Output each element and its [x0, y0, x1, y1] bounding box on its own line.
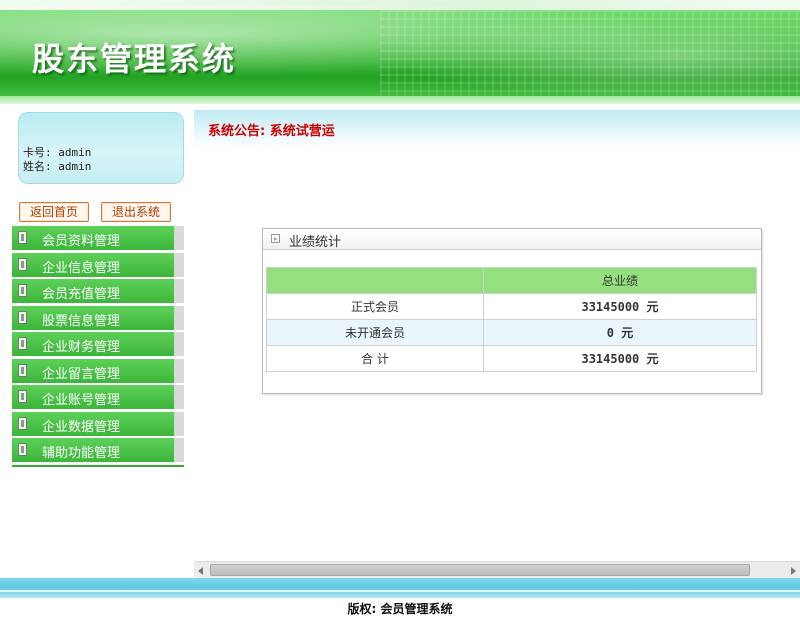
table-header-row: 总业绩 — [266, 267, 757, 294]
sidebar-item-label: 企业财务管理 — [42, 340, 121, 355]
row-value: 33145000 元 — [483, 345, 757, 372]
footer-band-line — [0, 590, 800, 592]
performance-table: 总业绩 正式会员 33145000 元 未开通会员 0 元 合 计 331450… — [266, 267, 757, 372]
book-icon — [18, 443, 27, 456]
sidebar-item-auxiliary-functions[interactable]: 辅助功能管理 — [12, 438, 184, 462]
return-home-button[interactable]: 返回首页 — [19, 202, 89, 222]
sidebar-item-label: 企业账号管理 — [42, 393, 121, 408]
panel-header: 业绩统计 — [263, 229, 761, 250]
sidebar-item-company-info[interactable]: 企业信息管理 — [12, 252, 184, 277]
sidebar-item-member-recharge[interactable]: 会员充值管理 — [12, 279, 184, 303]
sidebar-item-member-profile[interactable]: 会员资料管理 — [12, 226, 184, 250]
book-icon — [18, 284, 27, 297]
panel-title: 业绩统计 — [289, 235, 342, 250]
sidebar-item-label: 企业留言管理 — [42, 366, 121, 382]
row-value: 0 元 — [483, 319, 757, 346]
row-label: 合 计 — [266, 345, 484, 372]
user-info-box: 卡号: admin 姓名: admin — [18, 112, 184, 184]
row-label: 正式会员 — [266, 293, 484, 320]
sidebar-item-label: 企业数据管理 — [42, 419, 121, 435]
sidebar-item-stock-info[interactable]: 股票信息管理 — [12, 305, 184, 330]
scrollbar-thumb[interactable] — [210, 564, 750, 576]
sidebar-item-label: 会员充值管理 — [42, 287, 121, 302]
book-icon — [18, 416, 27, 430]
performance-stats-panel: 业绩统计 总业绩 正式会员 33145000 元 未开通会员 0 元 合 计 3… — [262, 228, 762, 394]
header-banner: 股东管理系统 — [0, 0, 800, 104]
table-row: 正式会员 33145000 元 — [266, 293, 757, 320]
footer-band — [0, 578, 800, 598]
sidebar-item-company-accounts[interactable]: 企业账号管理 — [12, 385, 184, 409]
row-value: 33145000 元 — [483, 293, 757, 320]
book-icon — [18, 257, 27, 271]
sidebar-item-label: 企业信息管理 — [42, 260, 121, 276]
exit-system-button[interactable]: 退出系统 — [101, 202, 171, 222]
sidebar-item-company-data[interactable]: 企业数据管理 — [12, 411, 184, 436]
user-name: 姓名: admin — [23, 160, 92, 173]
book-icon — [18, 390, 27, 403]
book-icon — [18, 231, 27, 244]
row-label: 未开通会员 — [266, 319, 484, 346]
table-row: 合 计 33145000 元 — [266, 345, 757, 372]
app-title: 股东管理系统 — [32, 40, 237, 78]
horizontal-scrollbar[interactable] — [194, 561, 800, 579]
header-divider — [0, 96, 800, 104]
sidebar-item-label: 会员资料管理 — [42, 234, 121, 249]
expand-arrow-icon[interactable] — [271, 234, 280, 243]
table-header-empty-cell — [266, 267, 484, 294]
sidebar-menu: 会员资料管理 企业信息管理 会员充值管理 股票信息管理 企业财务管理 企业留言管… — [12, 226, 184, 467]
scroll-left-arrow-icon[interactable] — [198, 567, 203, 575]
table-row: 未开通会员 0 元 — [266, 319, 757, 346]
sidebar-menu-bottom-border — [12, 464, 184, 467]
system-notice-text: 系统公告: 系统试营运 — [208, 124, 335, 139]
book-icon — [18, 363, 27, 377]
scroll-right-arrow-icon[interactable] — [791, 567, 796, 575]
book-icon — [18, 310, 27, 324]
sidebar-item-label: 辅助功能管理 — [42, 446, 121, 461]
copyright-text: 版权: 会员管理系统 — [347, 602, 453, 616]
table-header-total: 总业绩 — [483, 267, 757, 294]
sidebar-item-company-messages[interactable]: 企业留言管理 — [12, 358, 184, 383]
sidebar-item-company-finance[interactable]: 企业财务管理 — [12, 332, 184, 356]
sidebar-item-label: 股票信息管理 — [42, 313, 121, 329]
book-icon — [18, 337, 27, 350]
system-notice-bar: 系统公告: 系统试营运 — [194, 110, 800, 148]
header-world-map-decoration — [380, 10, 800, 100]
